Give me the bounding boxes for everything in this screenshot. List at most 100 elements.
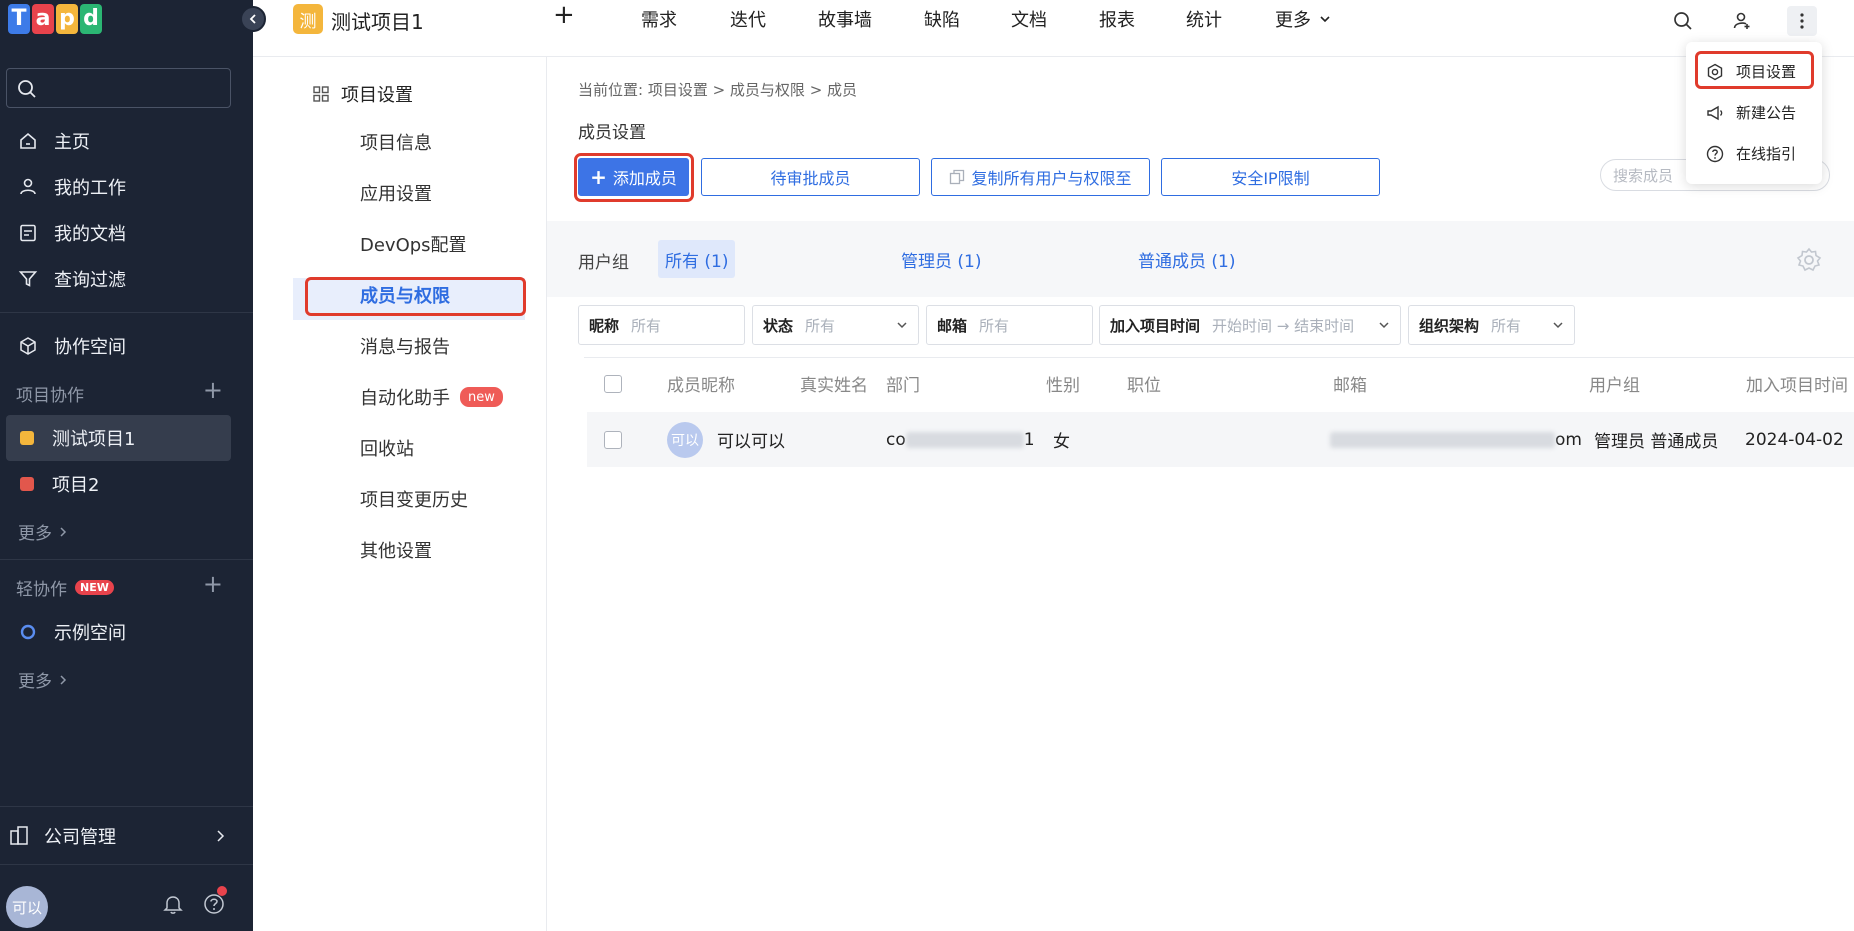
member-button[interactable] — [1727, 6, 1757, 36]
nav-requirements[interactable]: 需求 — [641, 6, 677, 32]
col-nickname[interactable]: 成员昵称 — [667, 358, 735, 409]
nav-reports[interactable]: 报表 — [1099, 6, 1135, 32]
select-all-checkbox[interactable] — [604, 374, 622, 393]
copy-icon — [950, 169, 965, 185]
global-search-button[interactable] — [1668, 6, 1698, 36]
filter-email[interactable]: 邮箱 所有 — [926, 305, 1093, 345]
user-avatar[interactable]: 可以 — [6, 886, 48, 928]
member-nickname: 可以可以 — [717, 432, 785, 452]
menu-item-project-settings[interactable]: 项目设置 — [1706, 61, 1796, 82]
table-header: 成员昵称 真实姓名 部门 性别 职位 邮箱 用户组 加入项目时间 — [584, 357, 1854, 409]
col-dept[interactable]: 部门 — [886, 358, 920, 409]
settings-title: 项目设置 — [313, 81, 413, 107]
pending-members-button[interactable]: 待审批成员 — [701, 158, 920, 196]
help-icon — [1706, 145, 1724, 162]
member-groups: 管理员 普通成员 — [1594, 432, 1719, 452]
filter-org[interactable]: 组织架构 所有 — [1408, 305, 1575, 345]
project-label: 项目2 — [52, 475, 100, 496]
ip-restriction-button[interactable]: 安全IP限制 — [1161, 158, 1380, 196]
user-icon — [20, 178, 36, 195]
sidebar-item-my-docs[interactable]: 我的文档 — [0, 210, 253, 256]
add-light-collab-button[interactable]: + — [203, 570, 223, 598]
sidebar-item-query-filter[interactable]: 查询过滤 — [0, 256, 253, 302]
document-icon — [20, 224, 36, 242]
sidebar-divider — [0, 806, 253, 807]
sidebar-item-workspace[interactable]: 协作空间 — [0, 323, 253, 369]
more-light-collab-link[interactable]: 更多 — [18, 667, 68, 692]
sidebar-divider — [0, 559, 253, 560]
settings-item-messages-reports[interactable]: 消息与报告 — [360, 333, 450, 359]
company-management[interactable]: 公司管理 — [0, 813, 253, 859]
more-dropdown-menu: 项目设置 新建公告 在线指引 — [1686, 42, 1822, 184]
member-gender: 女 — [1053, 432, 1070, 452]
sidebar-item-label: 查询过滤 — [54, 270, 126, 291]
col-usergroup[interactable]: 用户组 — [1589, 358, 1640, 409]
nav-docs[interactable]: 文档 — [1011, 6, 1047, 32]
sidebar-item-my-work[interactable]: 我的工作 — [0, 164, 253, 210]
more-menu-button[interactable] — [1787, 6, 1817, 36]
menu-item-new-announcement[interactable]: 新建公告 — [1706, 102, 1796, 123]
gear-icon[interactable] — [1796, 247, 1822, 273]
chevron-right-icon — [217, 830, 225, 842]
filter-nickname[interactable]: 昵称 所有 — [578, 305, 745, 345]
settings-nav: 项目设置 项目信息 应用设置 DevOps配置 成员与权限 消息与报告 自动化助… — [253, 57, 547, 931]
sidebar-project-2[interactable]: 项目2 — [6, 461, 231, 507]
tab-all[interactable]: 所有 (1) — [658, 240, 736, 278]
chevron-down-icon — [1379, 322, 1389, 329]
sidebar-item-sample-space[interactable]: 示例空间 — [0, 609, 253, 655]
project-title[interactable]: 测试项目1 — [331, 6, 424, 35]
more-projects-link[interactable]: 更多 — [18, 519, 68, 544]
quick-create-button[interactable]: + — [553, 0, 575, 30]
tab-admins[interactable]: 管理员 (1) — [894, 240, 988, 278]
nav-defects[interactable]: 缺陷 — [924, 6, 960, 32]
sidebar-item-label: 我的文档 — [54, 224, 126, 245]
table-row[interactable]: 可以 可以可以 co 1 女 om 管理员 普通成员 2024-04-02 — [587, 412, 1854, 467]
redacted-text — [905, 431, 1024, 448]
settings-item-change-history[interactable]: 项目变更历史 — [360, 486, 468, 512]
new-badge: new — [460, 387, 503, 407]
chevron-right-icon — [60, 526, 67, 537]
col-gender[interactable]: 性别 — [1046, 358, 1080, 409]
filter-join-date[interactable]: 加入项目时间 开始时间 → 结束时间 — [1099, 305, 1401, 345]
col-join-date[interactable]: 加入项目时间 — [1746, 358, 1848, 409]
tapd-logo[interactable]: T a p d — [8, 4, 102, 40]
search-icon — [18, 80, 36, 98]
building-icon — [10, 826, 28, 845]
col-email[interactable]: 邮箱 — [1333, 358, 1367, 409]
row-checkbox[interactable] — [604, 430, 622, 449]
settings-item-devops[interactable]: DevOps配置 — [360, 231, 467, 257]
settings-item-recycle-bin[interactable]: 回收站 — [360, 435, 414, 461]
dept-text-end: 1 — [1023, 429, 1035, 450]
sidebar-item-home[interactable]: 主页 — [0, 118, 253, 164]
circle-icon — [20, 624, 36, 640]
sidebar-item-label: 我的工作 — [54, 178, 126, 199]
settings-item-app-settings[interactable]: 应用设置 — [360, 180, 432, 206]
sidebar-search-input[interactable] — [6, 68, 231, 108]
tab-members[interactable]: 普通成员 (1) — [1131, 240, 1242, 278]
sidebar-project-test1[interactable]: 测试项目1 — [6, 415, 231, 461]
grid-icon — [313, 86, 329, 102]
col-realname[interactable]: 真实姓名 — [800, 358, 868, 409]
sidebar-collapse-button[interactable] — [240, 6, 266, 32]
settings-item-project-info[interactable]: 项目信息 — [360, 129, 432, 155]
help-icon[interactable] — [203, 893, 225, 915]
settings-item-automation[interactable]: 自动化助手 new — [360, 384, 503, 410]
settings-item-other[interactable]: 其他设置 — [360, 537, 432, 563]
nav-iterations[interactable]: 迭代 — [730, 6, 766, 32]
logo-letter: T — [8, 4, 30, 34]
nav-more[interactable]: 更多 — [1275, 6, 1331, 32]
section-title: 成员设置 — [578, 123, 646, 143]
highlight-outline — [305, 277, 526, 316]
breadcrumb: 当前位置: 项目设置 > 成员与权限 > 成员 — [578, 81, 858, 99]
copy-users-button[interactable]: 复制所有用户与权限至 — [931, 158, 1150, 196]
user-group-label: 用户组 — [578, 253, 629, 273]
nav-story-wall[interactable]: 故事墙 — [818, 6, 872, 32]
menu-item-online-guide[interactable]: 在线指引 — [1706, 143, 1796, 164]
chevron-down-icon — [1320, 16, 1330, 23]
sidebar: T a p d 主页 我的工作 我的文档 查询过滤 协作空间 项目协作 + 测试… — [0, 0, 253, 931]
col-position[interactable]: 职位 — [1127, 358, 1161, 409]
bell-icon[interactable] — [162, 893, 184, 915]
nav-statistics[interactable]: 统计 — [1186, 6, 1222, 32]
filter-status[interactable]: 状态 所有 — [752, 305, 919, 345]
add-project-button[interactable]: + — [203, 376, 223, 404]
